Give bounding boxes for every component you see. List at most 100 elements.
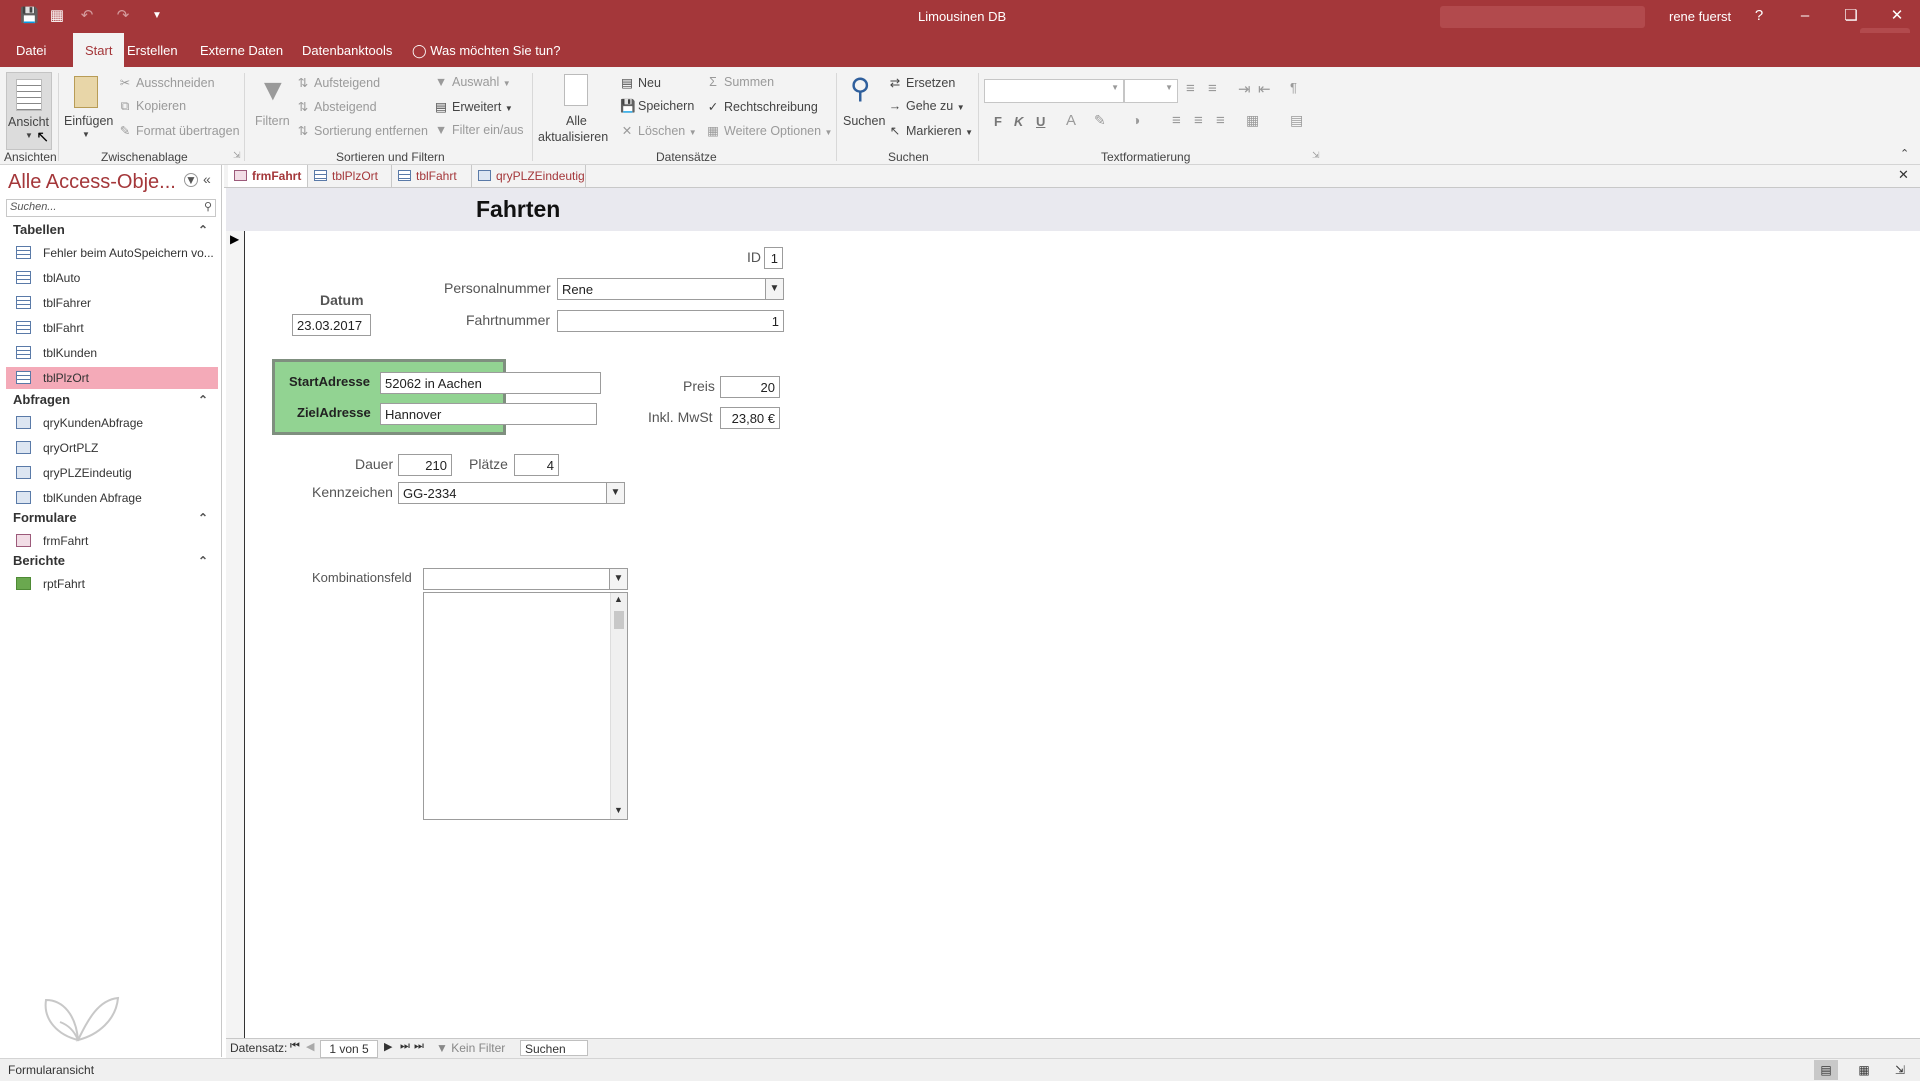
new-record-nav-icon[interactable]: ⏭: [414, 1040, 424, 1053]
last-record-icon[interactable]: ⏭: [400, 1040, 410, 1053]
scroll-down-icon[interactable]: ▼: [614, 805, 623, 815]
tab-datei[interactable]: Datei: [4, 33, 58, 67]
bold-button[interactable]: F: [994, 114, 1002, 129]
nav-group-berichte[interactable]: Berichte ⌃: [6, 550, 218, 572]
form-view-icon[interactable]: ▤: [1814, 1060, 1838, 1080]
ziel-adresse-field[interactable]: Hannover: [380, 403, 597, 425]
nav-item[interactable]: qryKundenAbfrage: [6, 412, 218, 434]
nav-item[interactable]: tblFahrer: [6, 292, 218, 314]
suchen-button[interactable]: ⚲ Suchen: [840, 72, 886, 148]
tab-datenbanktools[interactable]: Datenbanktools: [290, 33, 404, 67]
aufsteigend-button[interactable]: ⇅ Aufsteigend: [296, 75, 380, 90]
fahrtnummer-field[interactable]: 1: [557, 310, 784, 332]
nav-item[interactable]: qryPLZEindeutig: [6, 462, 218, 484]
underline-button[interactable]: U: [1036, 114, 1045, 129]
nav-group-tabellen[interactable]: Tabellen ⌃: [6, 219, 218, 241]
layout-view-icon[interactable]: ▦: [1852, 1060, 1876, 1080]
indent-increase-icon[interactable]: ⇥: [1238, 80, 1251, 98]
font-name-select[interactable]: ▼: [984, 79, 1124, 103]
kennzeichen-combo[interactable]: GG-2334 ▼: [398, 482, 625, 504]
close-document-icon[interactable]: ✕: [1898, 167, 1909, 183]
scroll-up-icon[interactable]: ▲: [614, 594, 623, 604]
font-size-select[interactable]: ▼: [1124, 79, 1178, 103]
nav-title[interactable]: Alle Access-Obje...: [8, 171, 176, 194]
alternate-row-icon[interactable]: ▤: [1290, 112, 1303, 129]
align-right-icon[interactable]: ≡: [1216, 112, 1225, 129]
doc-tab-frmfahrt[interactable]: frmFahrt: [228, 165, 308, 187]
tab-externe-daten[interactable]: Externe Daten: [188, 33, 295, 67]
user-name[interactable]: rene fuerst: [1669, 9, 1731, 24]
customize-qat-icon[interactable]: ▼: [148, 7, 166, 25]
dialog-launcher-icon[interactable]: ⇲: [233, 150, 241, 161]
nav-item[interactable]: tblFahrt: [6, 317, 218, 339]
align-left-icon[interactable]: ≡: [1172, 112, 1181, 129]
help-button[interactable]: ?: [1744, 5, 1774, 27]
nav-item[interactable]: tblKunden Abfrage: [6, 487, 218, 509]
nav-group-abfragen[interactable]: Abfragen ⌃: [6, 389, 218, 411]
minimize-icon[interactable]: –: [1790, 5, 1820, 27]
chevron-down-icon[interactable]: ▼: [609, 569, 627, 589]
markieren-button[interactable]: ↖ Markieren ▼: [888, 123, 973, 138]
previous-record-icon[interactable]: ◀: [306, 1040, 314, 1053]
italic-button[interactable]: K: [1014, 114, 1023, 129]
nav-item[interactable]: frmFahrt: [6, 530, 218, 552]
neu-button[interactable]: ▤ Neu: [620, 75, 661, 90]
tell-me-box[interactable]: ◯ Was möchten Sie tun?: [400, 33, 573, 67]
nav-group-formulare[interactable]: Formulare ⌃: [6, 507, 218, 529]
gehe-zu-button[interactable]: → Gehe zu ▼: [888, 99, 965, 113]
gridlines-icon[interactable]: ▦: [1246, 112, 1259, 129]
sortierung-entfernen-button[interactable]: ⇅ Sortierung entfernen: [296, 123, 428, 138]
filtern-button[interactable]: ▼ Filtern: [250, 72, 292, 148]
kombinationsfeld-combo[interactable]: ▼: [423, 568, 628, 590]
doc-tab-tblplzort[interactable]: tblPlzOrt: [308, 165, 392, 187]
record-position-field[interactable]: 1 von 5: [320, 1040, 378, 1058]
start-adresse-field[interactable]: 52062 in Aachen: [380, 372, 601, 394]
restore-icon[interactable]: ❏: [1836, 5, 1866, 27]
numbered-list-icon[interactable]: ≡: [1208, 80, 1217, 97]
undo-icon[interactable]: ↶: [78, 7, 96, 25]
filter-ein-aus-button[interactable]: ▼ Filter ein/aus: [434, 123, 524, 137]
scrollbar[interactable]: ▲ ▼: [610, 593, 627, 819]
nav-item-selected[interactable]: tblPlzOrt: [6, 367, 218, 389]
kombinationsfeld-dropdown-list[interactable]: ▲ ▼: [423, 592, 628, 820]
doc-tab-qryplzeindeutig[interactable]: qryPLZEindeutig: [472, 165, 586, 187]
nav-search-input[interactable]: Suchen... ⚲: [6, 199, 216, 217]
record-selector[interactable]: ▶: [226, 231, 245, 1038]
indent-decrease-icon[interactable]: ⇤: [1258, 80, 1271, 98]
plaetze-field[interactable]: 4: [514, 454, 559, 476]
alle-aktualisieren-button[interactable]: Alle aktualisieren: [536, 72, 616, 148]
next-record-icon[interactable]: ▶: [384, 1040, 392, 1053]
scroll-thumb[interactable]: [614, 611, 624, 629]
redo-icon[interactable]: ↷: [114, 7, 132, 25]
form-icon[interactable]: ▦: [48, 7, 66, 25]
rechtschreibung-button[interactable]: ✓ Rechtschreibung: [706, 99, 818, 114]
summen-button[interactable]: Σ Summen: [706, 75, 774, 89]
nav-item[interactable]: Fehler beim AutoSpeichern vo...: [6, 242, 218, 264]
save-icon[interactable]: 💾: [20, 7, 39, 25]
align-center-icon[interactable]: ≡: [1194, 112, 1203, 129]
absteigend-button[interactable]: ⇅ Absteigend: [296, 99, 377, 114]
chevron-down-icon[interactable]: ▼: [765, 279, 783, 299]
einfuegen-button[interactable]: Einfügen ▼: [62, 72, 113, 148]
auswahl-button[interactable]: ▼ Auswahl ▼: [434, 75, 511, 89]
loeschen-button[interactable]: ✕ Löschen ▼: [620, 123, 697, 138]
filter-status[interactable]: ▼ Kein Filter: [436, 1041, 505, 1055]
nav-item[interactable]: rptFahrt: [6, 573, 218, 595]
paragraph-icon[interactable]: ¶: [1290, 80, 1297, 95]
doc-tab-tblfahrt[interactable]: tblFahrt: [392, 165, 472, 187]
erweitert-button[interactable]: ▤ Erweitert ▼: [434, 99, 513, 114]
collapse-pane-icon[interactable]: «: [203, 171, 211, 187]
ersetzen-button[interactable]: ⇄ Ersetzen: [888, 75, 956, 90]
kopieren-button[interactable]: ⧉ Kopieren: [118, 99, 187, 114]
weitere-optionen-button[interactable]: ▦ Weitere Optionen ▼: [706, 123, 832, 138]
nav-item[interactable]: tblAuto: [6, 267, 218, 289]
dialog-launcher-icon[interactable]: ⇲: [1312, 150, 1320, 161]
record-search-input[interactable]: Suchen: [520, 1040, 588, 1056]
speichern-button[interactable]: 💾 Speichern: [620, 99, 694, 114]
format-uebertragen-button[interactable]: ✎ Format übertragen: [118, 123, 240, 138]
inkl-mwst-field[interactable]: 23,80 €: [720, 407, 780, 429]
nav-menu-icon[interactable]: ▼: [184, 173, 198, 187]
design-view-icon[interactable]: ⇲: [1888, 1060, 1912, 1080]
tab-erstellen[interactable]: Erstellen: [115, 33, 190, 67]
highlight-icon[interactable]: ✎: [1094, 112, 1106, 129]
